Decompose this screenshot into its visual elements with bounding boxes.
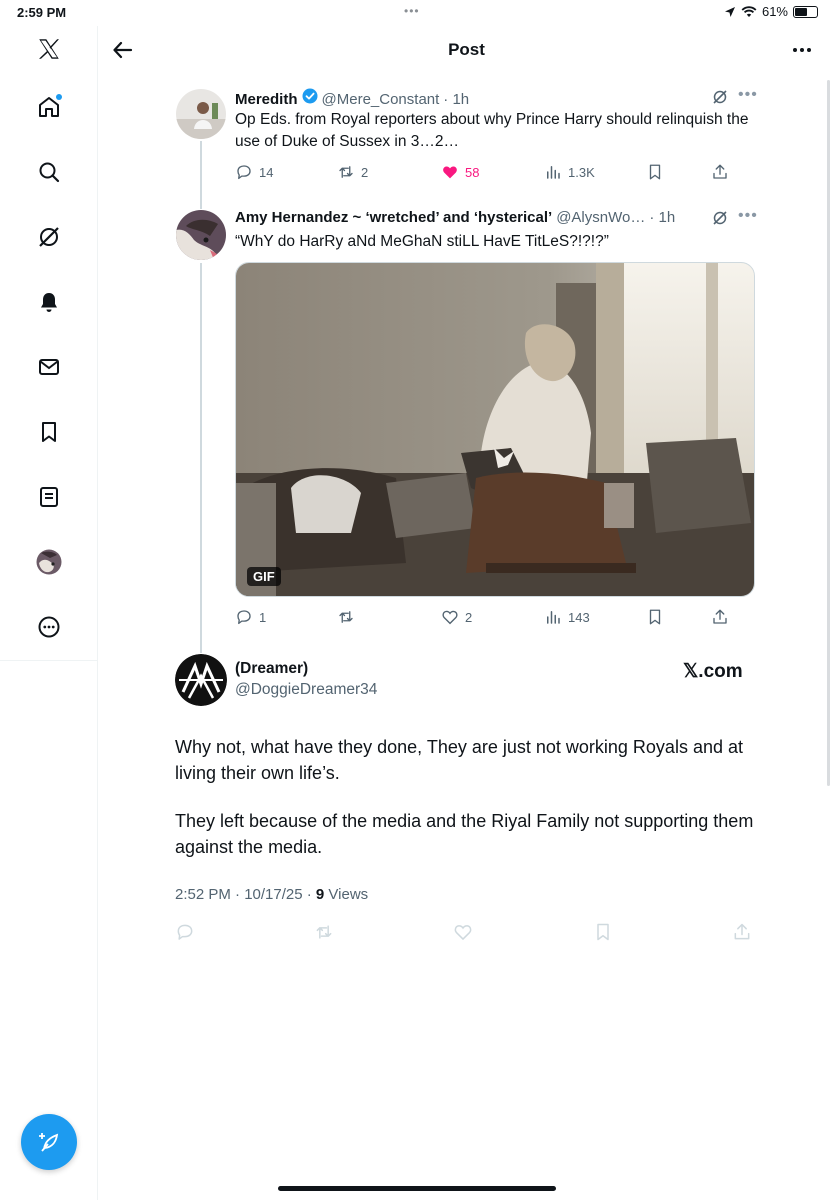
tweet-actions: 14 2 58 1.3K [235, 162, 735, 182]
repost-count: 2 [361, 164, 369, 180]
repost-button[interactable] [337, 607, 361, 627]
share-button[interactable] [711, 162, 729, 182]
avatar[interactable] [175, 654, 227, 706]
reply-button[interactable]: 14 [235, 162, 273, 182]
tweet-actions: 1 2 143 [235, 607, 735, 627]
gif-badge: GIF [247, 567, 281, 586]
post-header: Post [99, 26, 834, 76]
tweet-header: Meredith @Mere_Constant · 1h [235, 88, 469, 108]
compose-feather-icon [39, 1133, 59, 1152]
post-actions [175, 922, 755, 944]
more-options-icon[interactable] [790, 38, 814, 62]
reply-icon[interactable] [175, 922, 195, 942]
tweet-text: Op Eds. from Royal reporters about why P… [235, 111, 749, 150]
reply-button[interactable]: 1 [235, 607, 266, 627]
post-timestamp[interactable]: 2:52 PM · 10/17/25 · [175, 886, 316, 903]
author-name[interactable]: Amy Hernandez ~ ‘wretched’ and ‘hysteric… [235, 209, 552, 226]
heart-icon [442, 610, 458, 625]
views-label: Views [324, 886, 369, 903]
view-count: 143 [568, 609, 590, 625]
repost-icon [339, 166, 353, 178]
tweet-more-icon[interactable]: ••• [738, 208, 757, 227]
view-count: 1.3K [568, 164, 595, 180]
reply-icon [237, 610, 251, 625]
home-indicator[interactable] [278, 1186, 556, 1191]
like-count: 58 [465, 164, 480, 180]
bookmarks-icon[interactable] [35, 418, 63, 446]
views-chart-icon [547, 166, 560, 179]
wifi-icon [741, 5, 757, 17]
grok-icon[interactable] [35, 223, 63, 251]
share-icon[interactable] [732, 922, 752, 942]
search-icon[interactable] [35, 158, 63, 186]
avatar[interactable] [176, 89, 226, 139]
bookmark-button[interactable] [646, 162, 664, 182]
author-name[interactable]: Meredith [235, 91, 298, 108]
share-button[interactable] [711, 607, 729, 627]
more-icon[interactable] [35, 613, 63, 641]
avatar[interactable] [176, 210, 226, 260]
author-handle[interactable]: @DoggieDreamer34 [235, 681, 377, 699]
grok-icon[interactable] [712, 210, 728, 226]
messages-icon[interactable] [35, 353, 63, 381]
gif-image [236, 263, 754, 596]
multitasking-dots-icon[interactable]: ••• [404, 4, 420, 18]
gif-media[interactable]: GIF [235, 262, 755, 597]
bookmark-icon [649, 164, 661, 180]
profile-avatar[interactable] [35, 548, 63, 576]
views-button[interactable]: 1.3K [544, 162, 595, 182]
scrollbar[interactable] [827, 80, 830, 786]
share-icon [713, 164, 727, 179]
status-time: 2:59 PM [17, 5, 67, 20]
notification-dot [56, 94, 62, 100]
status-right: 61% [724, 4, 818, 19]
heart-icon[interactable] [453, 922, 473, 942]
post-text: They left because of the media and the R… [175, 811, 754, 857]
post-meta: 2:52 PM · 10/17/25 · 9 Views [175, 886, 368, 903]
bookmark-button[interactable] [646, 607, 664, 627]
repost-icon[interactable] [314, 922, 334, 942]
like-count: 2 [465, 609, 473, 625]
reply-count: 1 [259, 609, 267, 625]
tweet-header: Amy Hernandez ~ ‘wretched’ and ‘hysteric… [235, 209, 675, 226]
page-title: Post [448, 40, 485, 59]
thread-line [200, 141, 202, 209]
verified-badge-icon [302, 88, 318, 104]
views-count: 9 [315, 886, 325, 903]
status-bar: 2:59 PM ••• 61% [0, 0, 834, 26]
location-icon [724, 6, 735, 17]
author-handle[interactable]: @Mere_Constant [322, 91, 440, 108]
reply-count: 14 [259, 164, 274, 180]
sidebar-divider [0, 660, 98, 661]
bookmark-icon[interactable] [593, 922, 613, 942]
author-handle[interactable]: @AlysnWo… [556, 209, 645, 226]
sidebar [0, 26, 98, 1200]
like-button[interactable]: 58 [441, 162, 479, 182]
share-icon [713, 609, 727, 624]
post-time[interactable]: · 1h [443, 91, 469, 108]
battery-percent: 61% [761, 4, 788, 19]
home-icon[interactable] [35, 93, 63, 121]
thread-line [200, 263, 202, 653]
x-logo-icon[interactable] [35, 35, 63, 63]
tweet-text: “WhY do HarRy aNd MeGhaN stiLL HavE TitL… [235, 233, 609, 250]
battery-icon [793, 5, 818, 18]
reply-icon [237, 165, 251, 180]
like-button[interactable]: 2 [441, 607, 472, 627]
views-chart-icon [547, 611, 560, 624]
repost-button[interactable]: 2 [337, 162, 368, 182]
notifications-icon[interactable] [35, 288, 63, 316]
post-text: Why not, what have they done, They are j… [175, 737, 743, 783]
compose-button[interactable] [21, 1114, 77, 1170]
author-name[interactable]: (Dreamer) [235, 660, 308, 678]
lists-icon[interactable] [35, 483, 63, 511]
tweet-more-icon[interactable]: ••• [738, 87, 757, 106]
grok-icon[interactable] [712, 89, 728, 105]
repost-icon [339, 611, 353, 623]
source-label: 𝕏.com [683, 661, 743, 682]
heart-filled-icon [443, 166, 457, 179]
views-button[interactable]: 143 [544, 607, 590, 627]
post-time[interactable]: · 1h [649, 209, 675, 226]
bookmark-icon [649, 609, 661, 625]
